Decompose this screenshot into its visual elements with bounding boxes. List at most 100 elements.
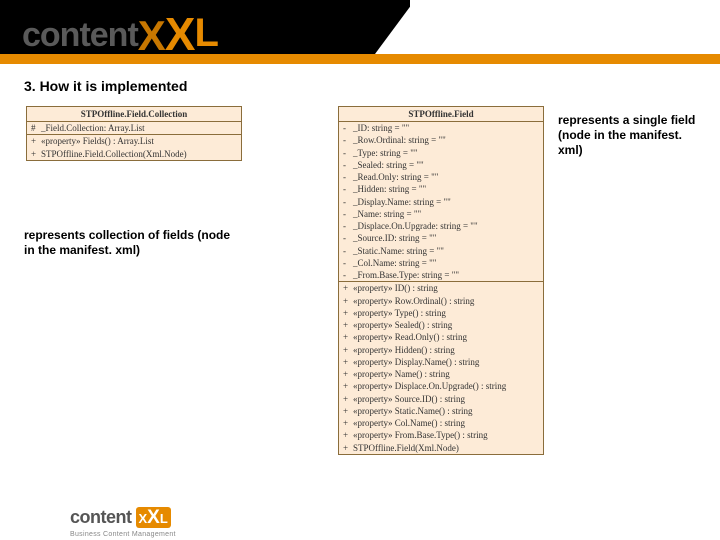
uml-member-row: +«property» Display.Name() : string — [339, 356, 543, 368]
footer-tagline: Business Content Management — [70, 531, 176, 538]
uml-member-row: +«property» Fields() : Array.List — [27, 135, 241, 147]
visibility-symbol: - — [343, 135, 353, 146]
uml-member-row: -_Read.Only: string = "" — [339, 171, 543, 183]
member-text: «property» Name() : string — [353, 369, 539, 380]
uml-operations: +«property» Fields() : Array.List+STPOff… — [27, 135, 241, 160]
uml-member-row: -_Col.Name: string = "" — [339, 257, 543, 269]
banner-notch — [410, 0, 720, 54]
member-text: «property» Static.Name() : string — [353, 406, 539, 417]
visibility-symbol: + — [343, 357, 353, 368]
visibility-symbol: + — [343, 308, 353, 319]
visibility-symbol: - — [343, 258, 353, 269]
visibility-symbol: - — [343, 197, 353, 208]
visibility-symbol: + — [343, 394, 353, 405]
visibility-symbol: + — [343, 345, 353, 356]
member-text: _Read.Only: string = "" — [353, 172, 539, 183]
member-text: «property» ID() : string — [353, 283, 539, 294]
uml-class-field: STPOffline.Field -_ID: string = ""-_Row.… — [338, 106, 544, 455]
top-logo-x1: X — [138, 12, 165, 60]
uml-member-row: +«property» Name() : string — [339, 368, 543, 380]
uml-member-row: +«property» ID() : string — [339, 282, 543, 294]
uml-member-row: -_Name: string = "" — [339, 208, 543, 220]
visibility-symbol: - — [343, 123, 353, 134]
uml-member-row: -_Source.ID: string = "" — [339, 232, 543, 244]
uml-title: STPOffline.Field.Collection — [27, 107, 241, 122]
member-text: «property» Read.Only() : string — [353, 332, 539, 343]
uml-member-row: +«property» Col.Name() : string — [339, 417, 543, 429]
uml-member-row: +«property» Type() : string — [339, 307, 543, 319]
uml-member-row: -_ID: string = "" — [339, 122, 543, 134]
banner-slant — [375, 0, 415, 54]
uml-member-row: -_Row.Ordinal: string = "" — [339, 134, 543, 146]
badge-l: L — [160, 511, 168, 526]
footer-logo: content XXL — [70, 507, 171, 528]
visibility-symbol: + — [31, 136, 41, 147]
member-text: _Displace.On.Upgrade: string = "" — [353, 221, 539, 232]
visibility-symbol: + — [343, 443, 353, 454]
visibility-symbol: - — [343, 233, 353, 244]
footer-logo-badge: XXL — [136, 507, 171, 528]
uml-member-row: +«property» Displace.On.Upgrade() : stri… — [339, 380, 543, 392]
uml-member-row: -_Display.Name: string = "" — [339, 196, 543, 208]
visibility-symbol: - — [343, 184, 353, 195]
caption-field: represents a single field (node in the m… — [558, 113, 708, 158]
visibility-symbol: + — [343, 369, 353, 380]
section-heading: 3. How it is implemented — [24, 78, 187, 94]
member-text: «property» Hidden() : string — [353, 345, 539, 356]
uml-member-row: +«property» Read.Only() : string — [339, 331, 543, 343]
member-text: _Field.Collection: Array.List — [41, 123, 237, 134]
visibility-symbol: - — [343, 270, 353, 281]
uml-member-row: -_Displace.On.Upgrade: string = "" — [339, 220, 543, 232]
uml-member-row: +«property» Sealed() : string — [339, 319, 543, 331]
uml-attributes: -_ID: string = ""-_Row.Ordinal: string =… — [339, 122, 543, 282]
uml-member-row: -_Type: string = "" — [339, 147, 543, 159]
footer-logo-text: content — [70, 507, 132, 528]
member-text: _Col.Name: string = "" — [353, 258, 539, 269]
member-text: _Row.Ordinal: string = "" — [353, 135, 539, 146]
uml-member-row: +«property» From.Base.Type() : string — [339, 429, 543, 441]
member-text: _Static.Name: string = "" — [353, 246, 539, 257]
visibility-symbol: - — [343, 148, 353, 159]
member-text: _Type: string = "" — [353, 148, 539, 159]
uml-member-row: -_Hidden: string = "" — [339, 183, 543, 195]
visibility-symbol: + — [343, 406, 353, 417]
member-text: «property» Display.Name() : string — [353, 357, 539, 368]
member-text: STPOffline.Field(Xml.Node) — [353, 443, 539, 454]
visibility-symbol: - — [343, 221, 353, 232]
visibility-symbol: - — [343, 172, 353, 183]
member-text: _Hidden: string = "" — [353, 184, 539, 195]
uml-operations: +«property» ID() : string+«property» Row… — [339, 282, 543, 454]
slide: contentXXL 3. How it is implemented STPO… — [0, 0, 720, 540]
member-text: «property» Sealed() : string — [353, 320, 539, 331]
uml-member-row: +«property» Static.Name() : string — [339, 405, 543, 417]
member-text: _Source.ID: string = "" — [353, 233, 539, 244]
uml-member-row: +STPOffline.Field.Collection(Xml.Node) — [27, 148, 241, 160]
uml-member-row: +STPOffline.Field(Xml.Node) — [339, 442, 543, 454]
visibility-symbol: - — [343, 246, 353, 257]
member-text: «property» From.Base.Type() : string — [353, 430, 539, 441]
visibility-symbol: + — [343, 296, 353, 307]
uml-member-row: #_Field.Collection: Array.List — [27, 122, 241, 134]
badge-x2: X — [147, 508, 160, 527]
member-text: _ID: string = "" — [353, 123, 539, 134]
member-text: STPOffline.Field.Collection(Xml.Node) — [41, 149, 237, 160]
uml-member-row: +«property» Source.ID() : string — [339, 393, 543, 405]
member-text: _Name: string = "" — [353, 209, 539, 220]
uml-member-row: +«property» Row.Ordinal() : string — [339, 295, 543, 307]
uml-title: STPOffline.Field — [339, 107, 543, 122]
uml-attributes: #_Field.Collection: Array.List — [27, 122, 241, 135]
caption-collection: represents collection of fields (node in… — [24, 228, 244, 258]
visibility-symbol: + — [343, 418, 353, 429]
top-logo-x2: X — [165, 7, 195, 61]
member-text: _From.Base.Type: string = "" — [353, 270, 539, 281]
uml-member-row: -_Static.Name: string = "" — [339, 245, 543, 257]
member-text: «property» Displace.On.Upgrade() : strin… — [353, 381, 539, 392]
member-text: «property» Col.Name() : string — [353, 418, 539, 429]
uml-member-row: +«property» Hidden() : string — [339, 344, 543, 356]
visibility-symbol: + — [343, 283, 353, 294]
uml-member-row: -_Sealed: string = "" — [339, 159, 543, 171]
top-logo-text: content — [22, 16, 138, 54]
member-text: «property» Row.Ordinal() : string — [353, 296, 539, 307]
visibility-symbol: + — [31, 149, 41, 160]
member-text: _Display.Name: string = "" — [353, 197, 539, 208]
